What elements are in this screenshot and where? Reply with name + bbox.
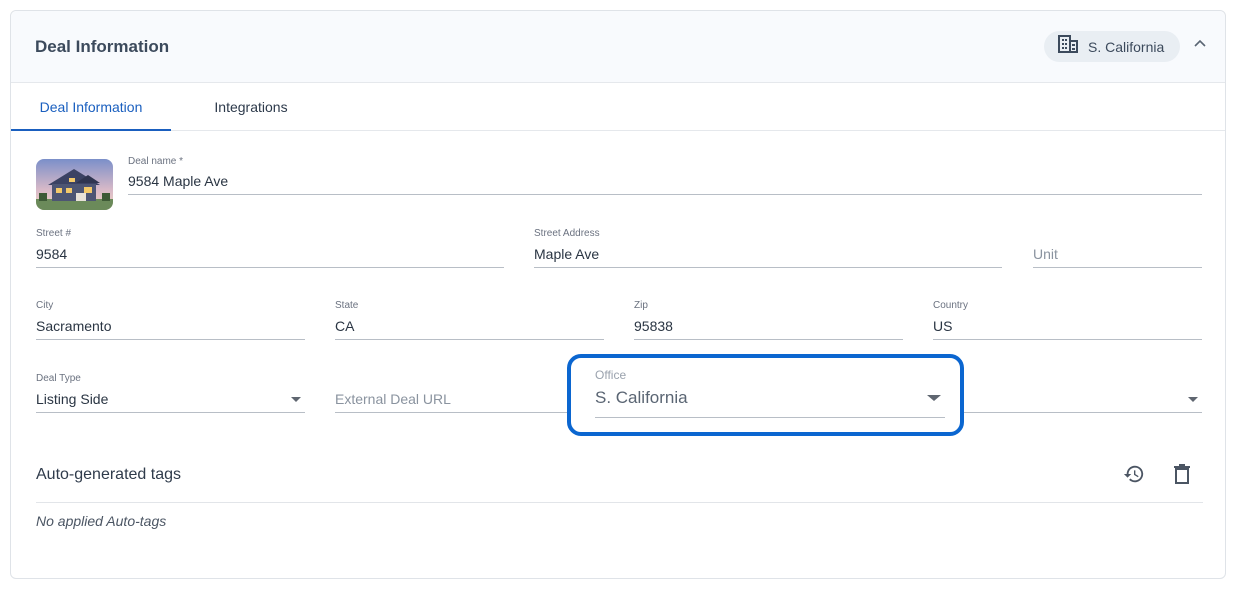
no-auto-tags-text: No applied Auto-tags	[36, 513, 167, 529]
street-address-value: Maple Ave	[534, 246, 600, 262]
city-label: City	[36, 300, 54, 311]
office-chip[interactable]: S. California	[1044, 31, 1180, 62]
history-icon	[1123, 463, 1145, 490]
deal-photo[interactable]	[36, 159, 113, 210]
dropdown-arrow-icon	[1188, 397, 1198, 402]
city-field[interactable]: City Sacramento	[36, 300, 305, 340]
external-deal-url-underline	[335, 412, 604, 413]
country-underline	[933, 339, 1202, 340]
country-label: Country	[933, 300, 969, 311]
street-address-underline	[534, 267, 1002, 268]
state-field[interactable]: State CA	[335, 300, 604, 340]
office-chip-label: S. California	[1088, 38, 1165, 55]
tab-label: Deal Information	[39, 99, 143, 115]
external-deal-url-field[interactable]: External Deal URL	[335, 373, 604, 413]
deal-type-underline	[36, 412, 305, 413]
unit-field[interactable]: Unit	[1033, 228, 1202, 268]
chevron-up-icon	[1194, 34, 1206, 52]
zip-field[interactable]: Zip 95838	[634, 300, 903, 340]
unit-placeholder: Unit	[1033, 246, 1058, 262]
deal-name-value: 9584 Maple Ave	[128, 173, 229, 189]
city-underline	[36, 339, 305, 340]
trash-icon	[1172, 463, 1192, 490]
building-icon	[1058, 35, 1078, 58]
zip-underline	[634, 339, 903, 340]
external-deal-url-placeholder: External Deal URL	[335, 391, 451, 407]
zip-label: Zip	[634, 300, 648, 311]
office-underline	[595, 417, 945, 418]
state-label: State	[335, 300, 359, 311]
active-tab-indicator	[11, 129, 171, 131]
country-value: US	[933, 318, 953, 334]
deal-type-value: Listing Side	[36, 391, 109, 407]
tab-integrations[interactable]: Integrations	[171, 82, 331, 130]
deal-information-card: Deal Information S. California Deal Info…	[10, 10, 1226, 579]
auto-tags-title: Auto-generated tags	[36, 466, 181, 483]
state-value: CA	[335, 318, 355, 334]
zip-value: 95838	[634, 318, 673, 334]
dropdown-arrow-icon	[291, 397, 301, 402]
delete-tags-button[interactable]	[1169, 463, 1195, 489]
street-address-field[interactable]: Street Address Maple Ave	[534, 228, 1002, 268]
office-select-highlight[interactable]: Office S. California	[567, 354, 964, 436]
office-label: Office	[595, 368, 627, 382]
street-number-field[interactable]: Street # 9584	[36, 228, 504, 268]
street-number-label: Street #	[36, 228, 72, 239]
deal-name-underline	[128, 194, 1202, 195]
unit-underline	[1033, 267, 1202, 268]
street-number-value: 9584	[36, 246, 68, 262]
dropdown-arrow-icon	[927, 395, 941, 401]
tag-history-button[interactable]	[1121, 463, 1147, 489]
tab-bar: Deal Information Integrations	[11, 82, 1225, 131]
tags-divider	[36, 502, 1203, 503]
tab-label: Integrations	[214, 99, 288, 115]
card-title: Deal Information	[35, 37, 170, 56]
deal-type-select[interactable]: Deal Type Listing Side	[36, 373, 305, 413]
card-header: Deal Information S. California	[11, 11, 1225, 83]
deal-name-field[interactable]: Deal name * 9584 Maple Ave	[128, 156, 1202, 196]
deal-name-label: Deal name *	[128, 156, 184, 167]
office-value: S. California	[595, 388, 688, 407]
tab-deal-information[interactable]: Deal Information	[11, 82, 171, 131]
deal-type-label: Deal Type	[36, 373, 81, 384]
street-number-underline	[36, 267, 504, 268]
country-field[interactable]: Country US	[933, 300, 1202, 340]
city-value: Sacramento	[36, 318, 112, 334]
collapse-button[interactable]	[1190, 33, 1210, 53]
street-address-label: Street Address	[534, 228, 600, 239]
state-underline	[335, 339, 604, 340]
